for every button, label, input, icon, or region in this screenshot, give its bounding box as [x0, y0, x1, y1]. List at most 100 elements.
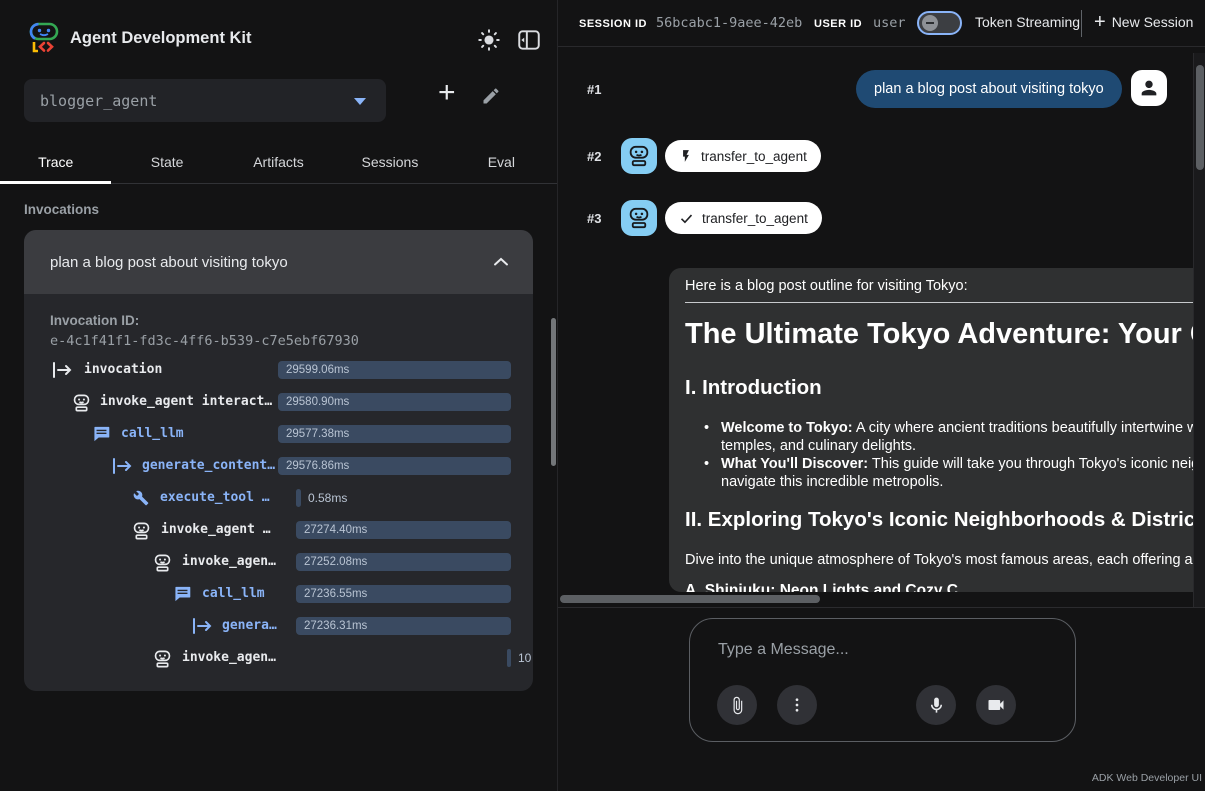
tab-eval[interactable]: Eval	[446, 140, 557, 183]
session-topbar: SESSION ID 56bcabc1-9aee-42eb USER ID us…	[558, 0, 1205, 47]
trace-span-invocation[interactable]: invocation 29599.06ms	[24, 354, 533, 386]
tab-state[interactable]: State	[111, 140, 222, 183]
toggle-thumb	[922, 15, 938, 31]
tab-sessions[interactable]: Sessions	[334, 140, 445, 183]
token-streaming-toggle[interactable]	[917, 11, 962, 35]
span-arrow-icon	[52, 362, 73, 378]
bullet-item-wrap: navigate this incredible metropolis.	[721, 474, 943, 490]
collapse-panel-icon[interactable]	[516, 27, 542, 53]
span-duration-bar: 27274.40ms	[296, 521, 511, 539]
session-id-value: 56bcabc1-9aee-42eb	[656, 15, 802, 31]
bot-avatar	[621, 138, 657, 174]
new-session-button[interactable]: + New Session	[1094, 12, 1193, 32]
chat-bubble-icon	[174, 586, 191, 602]
sidebar-scrollbar[interactable]	[551, 318, 556, 466]
markdown-intro: Here is a blog post outline for visiting…	[685, 278, 968, 294]
trace-span-invoke-agent[interactable]: invoke_agent … 27274.40ms	[24, 514, 533, 546]
trace-span-generate-content[interactable]: genera… 27236.31ms	[24, 610, 533, 642]
footer-brand: ADK Web Developer UI	[1092, 772, 1202, 784]
paperclip-icon	[728, 696, 747, 715]
robot-icon	[73, 394, 90, 412]
span-duration-bar: 27252.08ms	[296, 553, 511, 571]
agent-select-value: blogger_agent	[40, 92, 157, 110]
markdown-response-card: Here is a blog post outline for visiting…	[669, 268, 1205, 592]
bolt-icon	[679, 148, 693, 164]
trace-span-call-llm[interactable]: call_llm 27236.55ms	[24, 578, 533, 610]
chat-bottom-divider	[558, 607, 1205, 608]
bot-avatar	[621, 200, 657, 236]
event-index: #1	[587, 82, 601, 97]
span-duration-bar: 29577.38ms	[278, 425, 511, 443]
session-id-label: SESSION ID	[579, 18, 647, 30]
tool-call-chip[interactable]: transfer_to_agent	[665, 140, 821, 172]
chat-bubble-icon	[93, 426, 110, 442]
chevron-down-icon	[354, 98, 366, 105]
add-session-button[interactable]: +	[438, 76, 456, 110]
message-composer	[689, 618, 1076, 742]
video-camera-button[interactable]	[976, 685, 1016, 725]
chevron-up-icon	[493, 255, 509, 269]
sidebar-tabs: Trace State Artifacts Sessions Eval	[0, 140, 557, 184]
user-message-bubble: plan a blog post about visiting tokyo	[856, 70, 1122, 108]
trace-span-call-llm[interactable]: call_llm 29577.38ms	[24, 418, 533, 450]
span-duration-bar: 29576.86ms	[278, 457, 511, 475]
vertical-scrollbar-thumb[interactable]	[1196, 65, 1204, 170]
chat-scroll-area[interactable]: #1 plan a blog post about visiting tokyo…	[558, 47, 1205, 608]
edit-pencil-icon[interactable]	[481, 86, 501, 106]
horizontal-rule	[685, 302, 1205, 303]
paragraph: Dive into the unique atmosphere of Tokyo…	[685, 552, 1205, 568]
adk-logo-icon	[26, 21, 62, 57]
trace-span-generate-content[interactable]: generate_content… 29576.86ms	[24, 450, 533, 482]
subsection-heading-partial: A. Shinjuku: Neon Lights and Cozy C	[685, 582, 958, 592]
invocations-section-label: Invocations	[24, 202, 99, 217]
new-session-label: New Session	[1112, 14, 1194, 30]
trace-span-invoke-agent[interactable]: invoke_agen… 10	[24, 642, 533, 674]
span-duration-bar: 29580.90ms	[278, 393, 511, 411]
message-input[interactable]	[718, 641, 1038, 659]
tab-artifacts[interactable]: Artifacts	[223, 140, 334, 183]
app-title: Agent Development Kit	[70, 29, 252, 48]
user-id-label: USER ID	[814, 18, 862, 30]
robot-icon	[154, 554, 171, 572]
user-avatar	[1131, 70, 1167, 106]
bullet-marker: •	[704, 456, 709, 472]
bullet-item: What You'll Discover: This guide will ta…	[721, 456, 1199, 472]
invocation-card: plan a blog post about visiting tokyo In…	[24, 230, 533, 691]
span-duration-bar	[296, 489, 301, 507]
section-heading: II. Exploring Tokyo's Iconic Neighborhoo…	[685, 508, 1195, 532]
topbar-divider	[1081, 10, 1082, 37]
bullet-item: Welcome to Tokyo: A city where ancient t…	[721, 420, 1198, 436]
span-arrow-icon	[112, 458, 133, 474]
blog-title: The Ultimate Tokyo Adventure: Your G	[685, 318, 1205, 351]
theme-toggle-icon[interactable]	[476, 27, 502, 53]
token-streaming-label: Token Streaming	[975, 14, 1080, 30]
event-index: #2	[587, 149, 601, 164]
attach-file-button[interactable]	[717, 685, 757, 725]
span-duration-bar: 27236.55ms	[296, 585, 511, 603]
check-icon	[679, 211, 694, 226]
wrench-icon	[133, 490, 149, 506]
microphone-button[interactable]	[916, 685, 956, 725]
invocation-card-header[interactable]: plan a blog post about visiting tokyo	[24, 230, 533, 294]
tab-trace[interactable]: Trace	[0, 140, 111, 183]
invocation-id-value: e-4c1f41f1-fd3c-4ff6-b539-c7e5ebf67930	[50, 333, 359, 349]
horizontal-scrollbar-thumb[interactable]	[560, 595, 820, 603]
bullet-item-wrap: temples, and culinary delights.	[721, 438, 916, 454]
trace-span-invoke-agent[interactable]: invoke_agent interact… 29580.90ms	[24, 386, 533, 418]
trace-span-invoke-agent[interactable]: invoke_agen… 27252.08ms	[24, 546, 533, 578]
robot-icon	[154, 650, 171, 668]
vertical-scrollbar-track[interactable]	[1193, 53, 1205, 608]
agent-select-dropdown[interactable]: blogger_agent	[24, 79, 386, 122]
more-vert-icon	[788, 696, 806, 714]
span-duration-bar: 29599.06ms	[278, 361, 511, 379]
bullet-marker: •	[704, 420, 709, 436]
span-arrow-icon	[192, 618, 213, 634]
section-heading: I. Introduction	[685, 376, 822, 400]
more-options-button[interactable]	[777, 685, 817, 725]
plus-icon: +	[1094, 12, 1106, 32]
tool-response-chip[interactable]: transfer_to_agent	[665, 202, 822, 234]
event-index: #3	[587, 211, 601, 226]
mic-icon	[927, 696, 946, 715]
span-duration-bar: 27236.31ms	[296, 617, 511, 635]
trace-span-execute-tool[interactable]: execute_tool … 0.58ms	[24, 482, 533, 514]
